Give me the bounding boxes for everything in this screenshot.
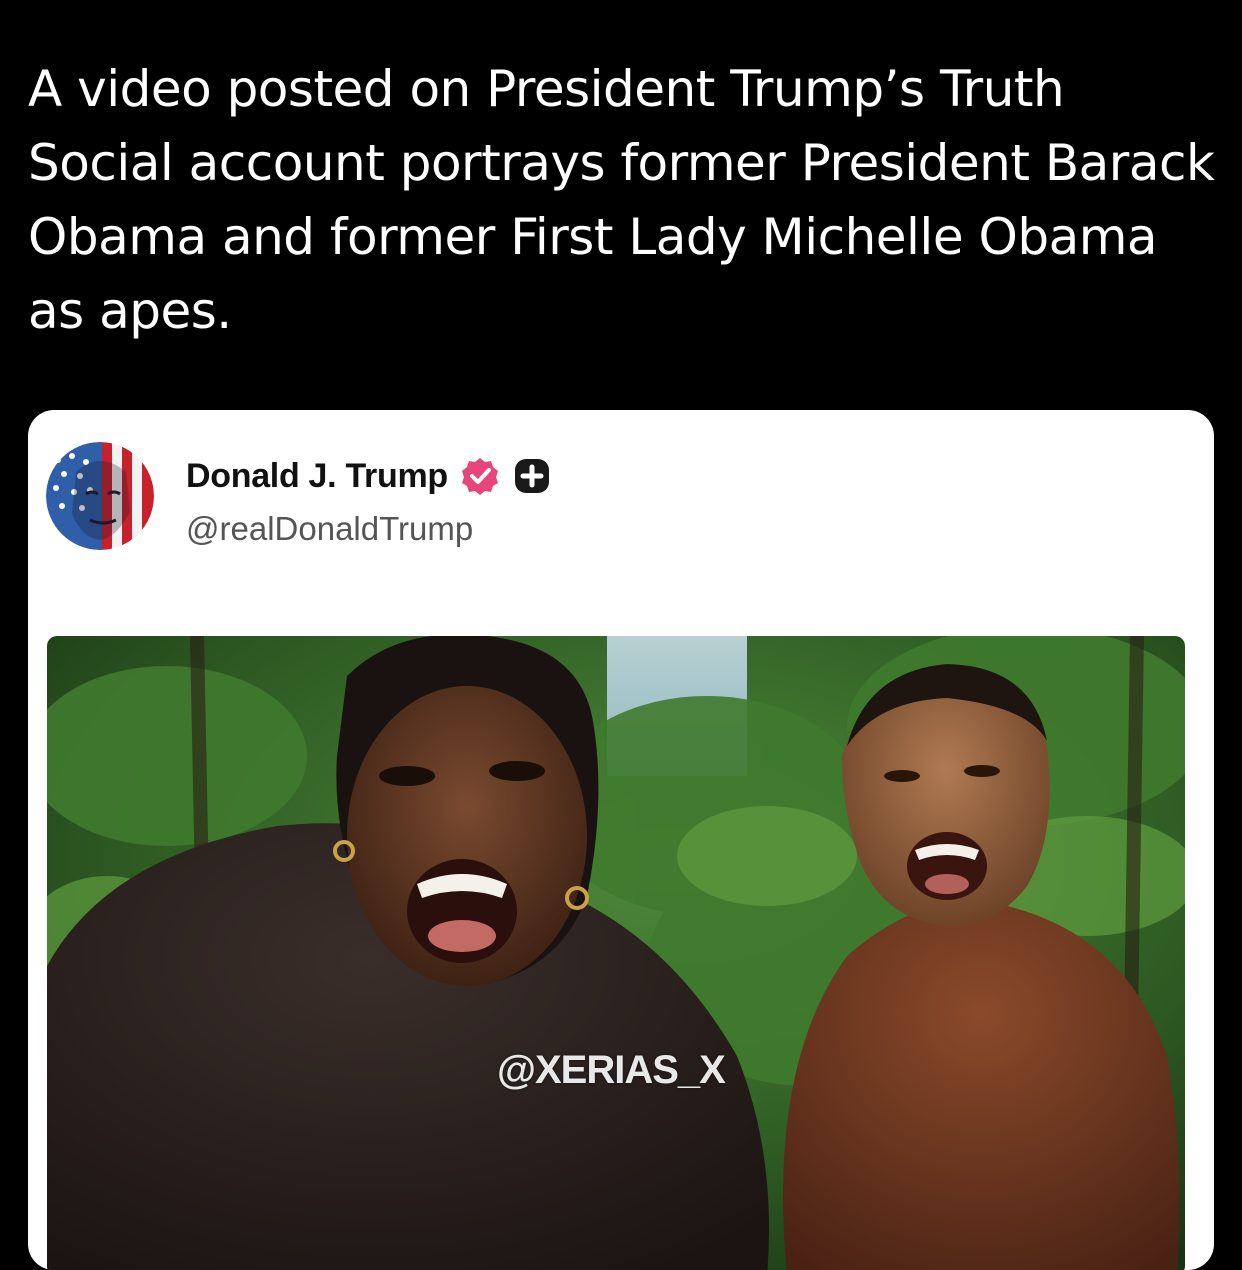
post-video-thumbnail[interactable]: @XERIAS_X [47,636,1185,1270]
display-name-row: Donald J. Trump [186,454,552,498]
plus-badge-icon [512,456,552,496]
headline-text: A video posted on President Trump’s Trut… [28,60,1215,340]
display-name[interactable]: Donald J. Trump [186,457,448,496]
video-watermark: @XERIAS_X [497,1048,726,1092]
avatar[interactable] [46,442,154,550]
embedded-post-card[interactable]: Donald J. Trump @realDonaldTrump @XERIAS… [28,410,1214,1270]
flag-portrait-avatar-icon [46,442,154,550]
jungle-scene-image [47,636,1185,1270]
verified-badge-icon [460,456,500,496]
handle[interactable]: @realDonaldTrump [186,510,473,548]
post-header: Donald J. Trump @realDonaldTrump [46,442,846,552]
